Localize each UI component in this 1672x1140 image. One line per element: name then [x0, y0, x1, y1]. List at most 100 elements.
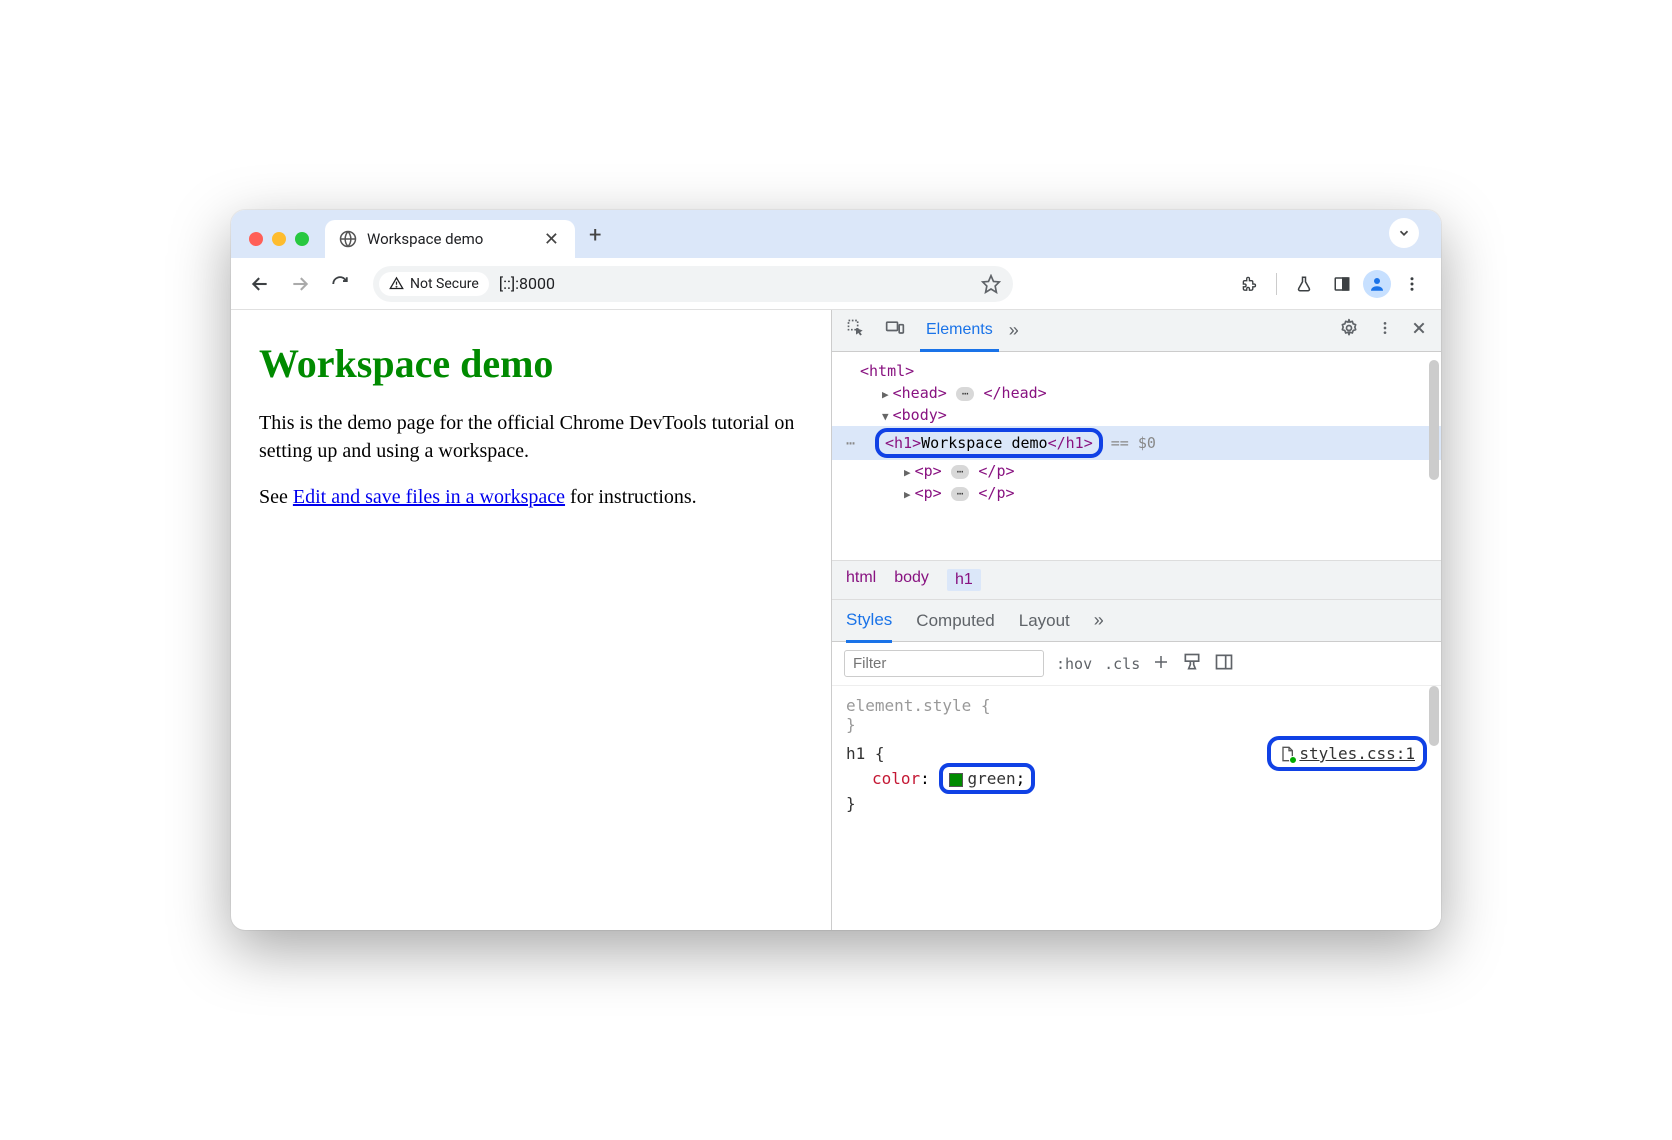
minimize-window-button[interactable] [272, 232, 286, 246]
scrollbar[interactable] [1429, 360, 1439, 480]
h1-rule-close: } [846, 794, 1427, 813]
maximize-window-button[interactable] [295, 232, 309, 246]
file-icon [1279, 746, 1295, 762]
tabs-dropdown-button[interactable] [1389, 218, 1419, 248]
brush-icon [1182, 652, 1202, 672]
dots-vertical-icon [1377, 320, 1393, 336]
reload-button[interactable] [323, 267, 357, 301]
styles-tab[interactable]: Styles [846, 600, 892, 643]
styles-rules: element.style { } h1 { color: green; } [832, 686, 1441, 930]
labs-button[interactable] [1287, 267, 1321, 301]
disclosure-triangle-icon[interactable]: ▶ [904, 488, 911, 501]
computed-tab[interactable]: Computed [916, 601, 994, 641]
devices-icon [884, 318, 906, 338]
warning-icon [389, 276, 404, 291]
extensions-button[interactable] [1232, 267, 1266, 301]
device-toolbar-button[interactable] [880, 314, 910, 347]
address-bar[interactable]: Not Secure [::]:8000 [373, 266, 1013, 302]
close-icon [1411, 320, 1427, 336]
para2-post: for instructions. [565, 486, 697, 508]
dom-node-p2[interactable]: ▶<p> ⋯ </p> [832, 482, 1441, 504]
forward-button[interactable] [283, 267, 317, 301]
element-style-rule[interactable]: element.style { } [846, 696, 1427, 734]
devtools-panel: Elements » <html> ▶<head> ⋯ </head> ▼<bo… [831, 310, 1441, 930]
collapsed-ellipsis-icon[interactable]: ⋯ [951, 487, 970, 501]
tutorial-link[interactable]: Edit and save files in a workspace [293, 486, 565, 508]
disclosure-triangle-icon[interactable]: ▼ [882, 410, 889, 423]
element-style-selector: element.style { [846, 696, 1427, 715]
workspace-mapped-dot-icon [1289, 756, 1297, 764]
scrollbar[interactable] [1429, 686, 1439, 746]
dots-vertical-icon [1403, 275, 1421, 293]
format-button[interactable] [1182, 652, 1202, 676]
selected-indicator-icon: ⋯ [846, 434, 857, 452]
inspect-element-button[interactable] [842, 314, 870, 347]
close-window-button[interactable] [249, 232, 263, 246]
collapsed-ellipsis-icon[interactable]: ⋯ [956, 387, 975, 401]
devtools-menu-button[interactable] [1373, 316, 1397, 345]
inspect-icon [846, 318, 866, 338]
arrow-left-icon [250, 274, 270, 294]
breadcrumb-body[interactable]: body [894, 569, 929, 591]
security-chip[interactable]: Not Secure [379, 272, 489, 296]
devtools-close-button[interactable] [1407, 316, 1431, 345]
color-swatch-icon[interactable] [949, 773, 963, 787]
color-property-value[interactable]: green [967, 769, 1015, 788]
disclosure-triangle-icon[interactable]: ▶ [882, 388, 889, 401]
para2-pre: See [259, 486, 293, 508]
hov-toggle[interactable]: :hov [1056, 655, 1092, 673]
url-text: [::]:8000 [495, 274, 975, 293]
browser-tab[interactable]: Workspace demo ✕ [325, 220, 575, 258]
devtools-tab-elements[interactable]: Elements [920, 311, 999, 352]
reload-icon [331, 275, 349, 293]
devtools-tabs-overflow[interactable]: » [1009, 320, 1019, 341]
chevron-down-icon [1397, 226, 1411, 240]
tab-title: Workspace demo [367, 230, 532, 248]
dom-node-body[interactable]: ▼<body> [832, 404, 1441, 426]
computed-panel-button[interactable] [1214, 652, 1234, 676]
dom-node-p1[interactable]: ▶<p> ⋯ </p> [832, 460, 1441, 482]
highlight-annotation: <h1>Workspace demo</h1> [875, 428, 1103, 458]
menu-button[interactable] [1395, 267, 1429, 301]
stylesheet-source-link[interactable]: styles.css:1 [1299, 744, 1415, 763]
devtools-settings-button[interactable] [1335, 314, 1363, 347]
page-paragraph-2: See Edit and save files in a workspace f… [259, 483, 803, 511]
styles-filter-input[interactable] [844, 650, 1044, 677]
source-link-annotation: styles.css:1 [1267, 736, 1427, 771]
cls-toggle[interactable]: .cls [1104, 655, 1140, 673]
new-tab-button[interactable]: + [575, 223, 615, 258]
collapsed-ellipsis-icon[interactable]: ⋯ [951, 465, 970, 479]
dom-tree[interactable]: <html> ▶<head> ⋯ </head> ▼<body> ⋯ <h1>W… [832, 352, 1441, 560]
styles-toolbar: :hov .cls [832, 642, 1441, 686]
browser-window: Workspace demo ✕ + Not Secure [::]:8000 [231, 210, 1441, 930]
color-property-name[interactable]: color [872, 769, 920, 788]
h1-selector: h1 { [846, 744, 885, 763]
dom-node-h1-selected[interactable]: ⋯ <h1>Workspace demo</h1> == $0 [832, 426, 1441, 460]
new-rule-button[interactable] [1152, 653, 1170, 675]
element-style-close: } [846, 715, 1427, 734]
breadcrumb-html[interactable]: html [846, 569, 876, 591]
profile-avatar[interactable] [1363, 270, 1391, 298]
bookmark-star-icon[interactable] [981, 274, 1001, 294]
tab-strip: Workspace demo ✕ + [231, 210, 1441, 258]
layout-tab[interactable]: Layout [1019, 601, 1070, 641]
window-controls [243, 232, 317, 258]
dom-breadcrumb: html body h1 [832, 560, 1441, 600]
side-panel-button[interactable] [1325, 267, 1359, 301]
back-button[interactable] [243, 267, 277, 301]
highlight-annotation: green; [939, 763, 1035, 794]
panel-icon [1333, 275, 1351, 293]
content-split: Workspace demo This is the demo page for… [231, 310, 1441, 930]
dom-node-html[interactable]: <html> [832, 360, 1441, 382]
toolbar-divider [1276, 273, 1277, 295]
arrow-right-icon [290, 274, 310, 294]
styles-subpanel-tabs: Styles Computed Layout » [832, 600, 1441, 642]
styles-tabs-overflow[interactable]: » [1094, 610, 1104, 631]
disclosure-triangle-icon[interactable]: ▶ [904, 466, 911, 479]
tab-close-icon[interactable]: ✕ [542, 227, 561, 252]
selected-marker: == $0 [1111, 434, 1156, 452]
dom-node-head[interactable]: ▶<head> ⋯ </head> [832, 382, 1441, 404]
breadcrumb-h1[interactable]: h1 [947, 569, 981, 591]
puzzle-icon [1240, 274, 1259, 293]
person-icon [1368, 275, 1386, 293]
